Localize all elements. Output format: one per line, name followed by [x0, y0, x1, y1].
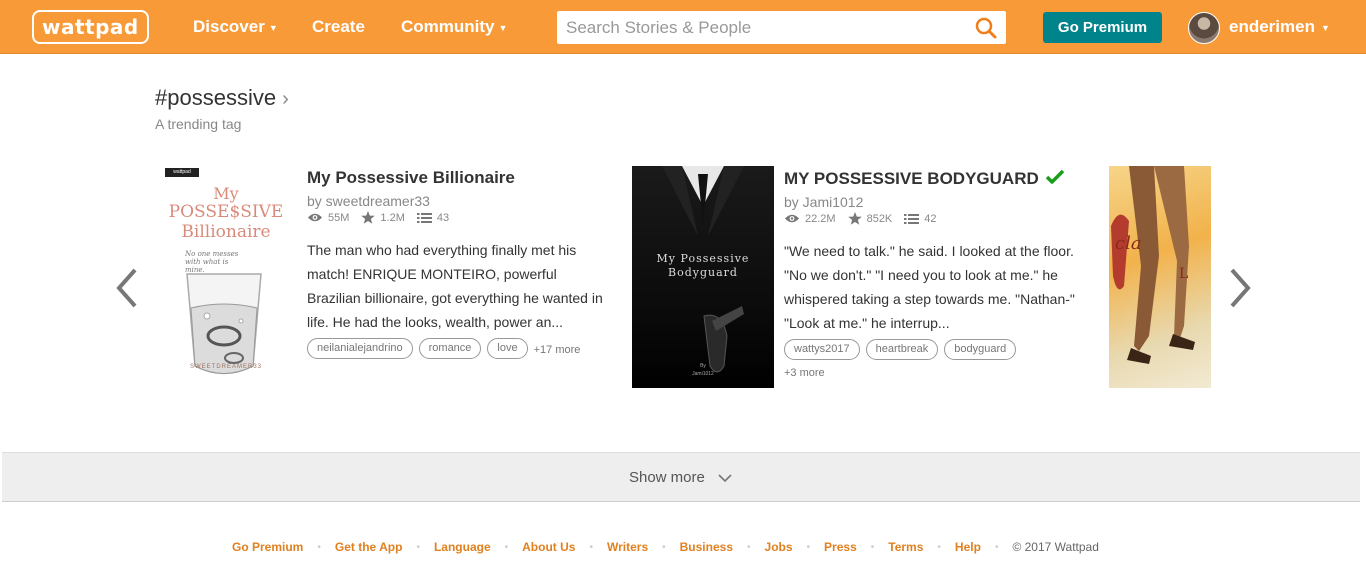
parts-stat: 42: [904, 213, 937, 225]
story-cover[interactable]: wattpad My POSSE$SIVE Billionaire No one…: [155, 166, 297, 388]
tag-pill[interactable]: neilanialejandrino: [307, 338, 413, 359]
footer-link-go-premium[interactable]: Go Premium: [232, 540, 303, 554]
svg-text:L: L: [1179, 266, 1188, 282]
star-icon: [847, 212, 862, 225]
tag-pill[interactable]: wattys2017: [784, 339, 860, 360]
tag-subtitle: A trending tag: [155, 116, 242, 132]
eye-icon: [785, 214, 799, 223]
footer-link-jobs[interactable]: Jobs: [765, 540, 793, 554]
star-icon: [361, 211, 376, 224]
nav-discover[interactable]: Discover ▼: [193, 17, 278, 37]
footer-link-business[interactable]: Business: [680, 540, 733, 554]
story-tags: neilanialejandrino romance love +17 more: [307, 338, 603, 362]
show-more-button[interactable]: Show more: [2, 452, 1360, 502]
carousel-next-button[interactable]: [1224, 264, 1254, 312]
chevron-down-icon: [718, 474, 732, 483]
story-description: "We need to talk." he said. I looked at …: [784, 243, 1075, 331]
wattpad-logo[interactable]: wattpad: [32, 10, 149, 44]
tag-pill[interactable]: love: [487, 338, 528, 359]
story-cover[interactable]: My Possessive Bodyguard By Jami1012: [632, 166, 774, 388]
author-link[interactable]: by sweetdreamer33: [307, 193, 603, 209]
search-icon[interactable]: [975, 17, 997, 39]
nav-create[interactable]: Create: [312, 17, 365, 37]
caret-down-icon: ▼: [268, 22, 278, 33]
footer-link-get-the-app[interactable]: Get the App: [335, 540, 403, 554]
chevron-right-icon: ›: [282, 88, 289, 110]
nav-community[interactable]: Community ▼: [401, 17, 507, 37]
tag-pill[interactable]: romance: [418, 338, 482, 359]
footer-link-terms[interactable]: Terms: [888, 540, 923, 554]
story-title-link[interactable]: MY POSSESSIVE BODYGUARD: [784, 166, 1080, 191]
story-tags: wattys2017 heartbreak bodyguard +3 more: [784, 339, 1080, 384]
carousel-prev-button[interactable]: [113, 264, 143, 312]
legs-illustration: cla L: [1111, 166, 1195, 364]
story-title-link[interactable]: My Possessive Billionaire: [307, 166, 603, 190]
story-info: My Possessive Billionaire by sweetdreame…: [307, 166, 603, 362]
footer-link-help[interactable]: Help: [955, 540, 981, 554]
search-input[interactable]: [557, 11, 957, 44]
footer-link-press[interactable]: Press: [824, 540, 857, 554]
chevron-left-icon: [116, 268, 137, 308]
list-icon: [904, 213, 920, 224]
author-link[interactable]: by Jami1012: [784, 194, 1080, 210]
caret-down-icon: ▼: [498, 22, 508, 33]
search-box: [557, 11, 1006, 44]
avatar[interactable]: [1188, 12, 1220, 44]
top-navbar: wattpad Discover▼ Create Community▼ Go P…: [0, 0, 1366, 54]
votes-stat: 1.2M: [361, 211, 405, 224]
footer: Go Premium • Get the App • Language • About…: [0, 513, 1366, 582]
reads-stat: 22.2M: [784, 213, 836, 225]
chevron-right-icon: [1230, 268, 1251, 308]
story-info: MY POSSESSIVE BODYGUARD by Jami1012 22.2…: [784, 166, 1080, 384]
go-premium-button[interactable]: Go Premium: [1043, 12, 1162, 43]
footer-link-language[interactable]: Language: [434, 540, 491, 554]
copyright: © 2017 Wattpad: [1012, 540, 1099, 554]
svg-text:cla: cla: [1115, 233, 1142, 254]
footer-links: Go Premium • Get the App • Language • About…: [232, 540, 1099, 554]
checkmark-icon: [1045, 168, 1065, 188]
story-stats: 55M 1.2M 43: [307, 211, 603, 224]
tag-pill[interactable]: bodyguard: [944, 339, 1017, 360]
more-tags-link[interactable]: +3 more: [784, 363, 1080, 384]
story-stats: 22.2M 852K 42: [784, 212, 1080, 225]
eye-icon: [308, 213, 322, 222]
votes-stat: 852K: [847, 212, 892, 225]
reads-stat: 55M: [307, 212, 349, 224]
tag-title-link[interactable]: #possessive ›: [155, 85, 289, 111]
list-icon: [416, 212, 432, 223]
story-cover-partial[interactable]: cla L: [1109, 166, 1211, 388]
parts-stat: 43: [416, 212, 449, 224]
footer-link-about-us[interactable]: About Us: [522, 540, 575, 554]
caret-down-icon: ▼: [1320, 22, 1330, 33]
footer-link-writers[interactable]: Writers: [607, 540, 648, 554]
tag-pill[interactable]: heartbreak: [865, 339, 939, 360]
story-description: The man who had everything finally met h…: [307, 242, 603, 330]
user-menu[interactable]: enderimen ▼: [1229, 17, 1330, 37]
more-tags-link[interactable]: +17 more: [534, 340, 581, 361]
